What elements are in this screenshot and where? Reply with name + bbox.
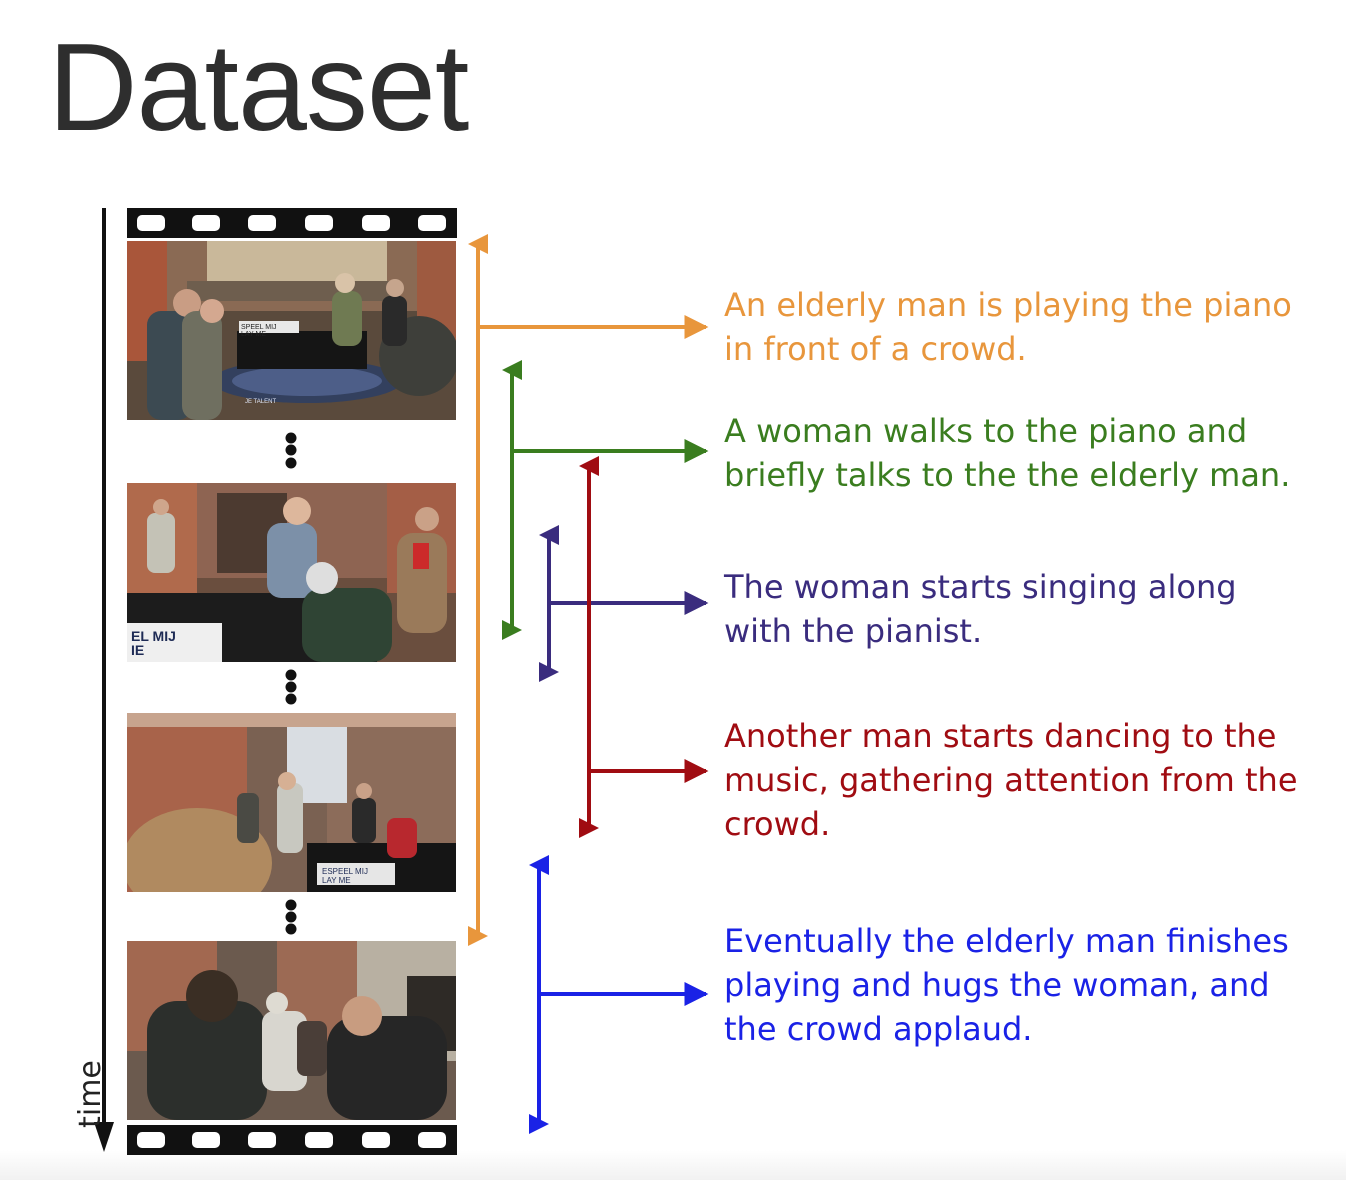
caption-2-line: A woman walks to the piano and bbox=[724, 412, 1248, 450]
caption-4-line: crowd. bbox=[724, 805, 831, 843]
bracket-caption-4 bbox=[579, 456, 709, 838]
caption-3-line: with the pianist. bbox=[724, 612, 983, 650]
filmstrip-bottom-border bbox=[127, 1125, 457, 1155]
ellipsis-dots-1 bbox=[285, 432, 297, 469]
caption-1: An elderly man is playing the piano in f… bbox=[724, 283, 1292, 371]
bracket-caption-2 bbox=[502, 360, 709, 640]
caption-1-line: An elderly man is playing the piano bbox=[724, 286, 1292, 324]
bracket-caption-5 bbox=[529, 855, 709, 1134]
bracket-caption-3 bbox=[539, 525, 709, 682]
caption-4: Another man starts dancing to the music,… bbox=[724, 714, 1298, 846]
ellipsis-dots-3 bbox=[285, 899, 297, 935]
filmstrip-top-border bbox=[127, 208, 457, 238]
caption-4-line: music, gathering attention from the bbox=[724, 761, 1298, 799]
caption-1-line: in front of a crowd. bbox=[724, 330, 1027, 368]
caption-3-line: The woman starts singing along bbox=[724, 568, 1237, 606]
slide: Dataset SPEEL MIJ LAY ME JE TALENT EL MI… bbox=[0, 0, 1346, 1180]
time-axis-arrow bbox=[94, 208, 114, 1152]
caption-5-line: Eventually the elderly man finishes bbox=[724, 922, 1289, 960]
caption-2-line: briefly talks to the the elderly man. bbox=[724, 456, 1291, 494]
caption-2: A woman walks to the piano and briefly t… bbox=[724, 409, 1290, 497]
caption-4-line: Another man starts dancing to the bbox=[724, 717, 1277, 755]
caption-5-line: the crowd applaud. bbox=[724, 1010, 1033, 1048]
ellipsis-dots-2 bbox=[285, 669, 297, 705]
time-axis-label: time bbox=[73, 1060, 108, 1128]
caption-3: The woman starts singing along with the … bbox=[724, 565, 1237, 653]
caption-5-line: playing and hugs the woman, and bbox=[724, 966, 1270, 1004]
caption-5: Eventually the elderly man finishes play… bbox=[724, 919, 1289, 1051]
